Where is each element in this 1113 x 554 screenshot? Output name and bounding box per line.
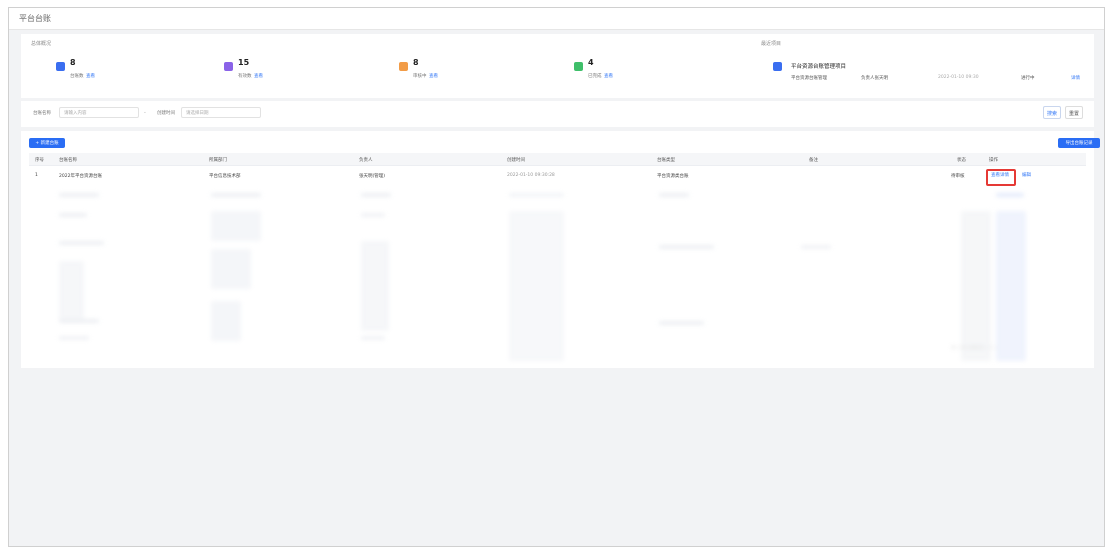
- add-ledger-button[interactable]: + 新建台账: [29, 138, 65, 148]
- placeholder-bar: [361, 336, 385, 340]
- cell-index: 1: [35, 173, 38, 178]
- project-detail-link[interactable]: 详情: [1071, 75, 1080, 81]
- placeholder-block: [361, 241, 389, 331]
- placeholder-block: [509, 211, 564, 361]
- project-meta: 进行中: [1021, 76, 1035, 81]
- placeholder-bar: [996, 193, 1024, 197]
- placeholder-block: [211, 249, 251, 289]
- stat-label: 有效数: [238, 74, 252, 79]
- stats-section-label: 总体概况: [31, 41, 52, 47]
- stat-view-link[interactable]: 查看: [429, 73, 438, 79]
- table-panel: + 新建台账 导出台账记录 序号 台账名称 所属部门 负责人 创建时间 台账类型…: [21, 131, 1100, 368]
- placeholder-bar: [659, 193, 689, 197]
- date-filter-input[interactable]: 请选择日期: [181, 107, 261, 118]
- column-header: 操作: [989, 158, 998, 163]
- placeholder-bar: [361, 193, 391, 197]
- project-icon: [773, 62, 782, 71]
- project-title: 平台资源台账管理项目: [791, 64, 847, 70]
- placeholder-bar: [59, 241, 104, 245]
- placeholder-block: [211, 211, 261, 241]
- placeholder-block: [211, 301, 241, 341]
- document-icon: [56, 62, 65, 71]
- placeholder-block: [961, 211, 991, 361]
- placeholder-bar: [59, 213, 87, 217]
- cell-type: 平台资源类台账: [657, 174, 689, 179]
- column-header: 负责人: [359, 158, 373, 163]
- column-header: 台账名称: [59, 158, 77, 163]
- placeholder-block: [59, 261, 84, 321]
- placeholder-bar: [659, 321, 704, 325]
- filter-bar: 台账名称 请输入内容 ⌄ 创建时间 请选择日期 搜索 重置: [21, 101, 1094, 127]
- column-header: 序号: [35, 158, 44, 163]
- app-window: 平台台账 总体概况 最近项目 8 台账数 查看 15 有效数 查看 8 审核中 …: [8, 7, 1105, 547]
- search-button[interactable]: 搜索: [1043, 106, 1061, 119]
- cell-owner: 张天明(管理): [359, 174, 386, 179]
- column-header: 所属部门: [209, 158, 227, 163]
- table-row[interactable]: 1 2022年平台资源台账 平台信息技术部 张天明(管理) 2022-01-10…: [29, 169, 1086, 183]
- filter-label: 创建时间: [157, 111, 175, 116]
- placeholder-block: [996, 211, 1026, 361]
- breadcrumb[interactable]: 平台台账: [19, 13, 51, 24]
- table-header: 序号 台账名称 所属部门 负责人 创建时间 台账类型 备注 状态 操作: [29, 153, 1086, 166]
- cell-name: 2022年平台资源台账: [59, 174, 102, 179]
- breadcrumb-bar: 平台台账: [9, 8, 1104, 30]
- project-section-label: 最近项目: [761, 41, 782, 47]
- folder-icon: [224, 62, 233, 71]
- stat-view-link[interactable]: 查看: [604, 73, 613, 79]
- recent-project-card: 平台资源台账管理项目 平台资源台账管理 负责人张天明 2022-01-10 09…: [773, 58, 1093, 88]
- stat-view-link[interactable]: 查看: [86, 73, 95, 79]
- filter-label: 台账名称: [33, 111, 51, 116]
- project-meta: 平台资源台账管理: [791, 76, 827, 81]
- stat-label: 台账数: [70, 74, 84, 79]
- project-meta: 负责人张天明: [861, 76, 888, 81]
- stat-value: 8: [413, 58, 419, 67]
- edit-link[interactable]: 编辑: [1022, 172, 1031, 178]
- cell-status: 待审核: [951, 174, 965, 179]
- check-icon: [574, 62, 583, 71]
- placeholder-bar: [361, 213, 385, 217]
- cell-time: 2022-01-10 09:30:28: [507, 173, 555, 178]
- cell-dept: 平台信息技术部: [209, 174, 241, 179]
- pagination[interactable]: 共 1 条 10条/页 < 1 >: [951, 345, 998, 351]
- stat-value: 4: [588, 58, 594, 67]
- placeholder-bar: [211, 193, 261, 197]
- name-filter-input[interactable]: 请输入内容: [59, 107, 139, 118]
- placeholder-bar: [59, 336, 89, 340]
- stat-view-link[interactable]: 查看: [254, 73, 263, 79]
- export-button[interactable]: 导出台账记录: [1058, 138, 1100, 148]
- column-header: 创建时间: [507, 158, 525, 163]
- stat-label: 已完成: [588, 74, 602, 79]
- placeholder-bar: [509, 193, 564, 197]
- stats-panel: 总体概况 最近项目 8 台账数 查看 15 有效数 查看 8 审核中 查看 4 …: [21, 34, 1094, 98]
- clock-icon: [399, 62, 408, 71]
- placeholder-bar: [801, 245, 831, 249]
- chevron-down-icon: ⌄: [143, 110, 147, 115]
- stat-label: 审核中: [413, 74, 427, 79]
- placeholder-bar: [59, 193, 99, 197]
- project-meta: 2022-01-10 09:30: [938, 75, 979, 80]
- stat-value: 8: [70, 58, 76, 67]
- highlight-box: [986, 169, 1016, 186]
- placeholder-bar: [659, 245, 714, 249]
- reset-button[interactable]: 重置: [1065, 106, 1083, 119]
- placeholder-bar: [59, 319, 99, 323]
- column-header: 状态: [957, 158, 966, 163]
- stat-value: 15: [238, 58, 250, 67]
- column-header: 备注: [809, 158, 818, 163]
- column-header: 台账类型: [657, 158, 675, 163]
